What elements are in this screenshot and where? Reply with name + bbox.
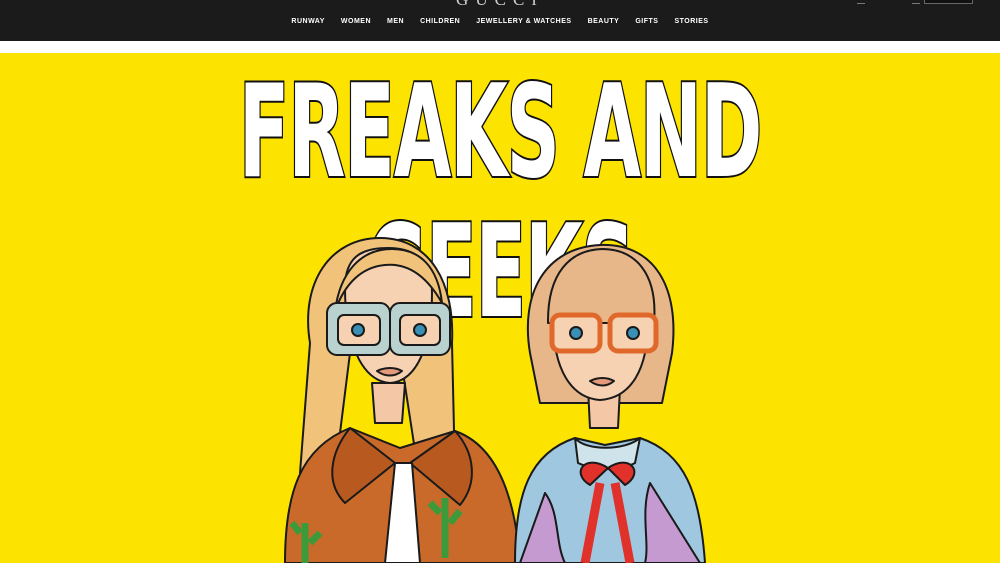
search-input[interactable] (924, 0, 973, 4)
top-navigation-bar: GUCCI RUNWAY WOMEN MEN CHILDREN JEWELLER… (0, 0, 1000, 41)
nav-item-runway[interactable]: RUNWAY (291, 16, 324, 28)
nav-item-jewellery-watches[interactable]: JEWELLERY & WATCHES (476, 16, 571, 28)
nav-item-gifts[interactable]: GIFTS (635, 16, 658, 28)
brand-logo[interactable]: GUCCI (0, 0, 1000, 8)
right-figure-illustration (514, 243, 706, 563)
nav-item-children[interactable]: CHILDREN (420, 16, 460, 28)
nav-item-women[interactable]: WOMEN (341, 16, 371, 28)
left-figure-illustration (284, 237, 521, 563)
hero-banner[interactable]: FREAKS AND GEEKS (0, 53, 1000, 563)
bag-icon[interactable] (912, 0, 920, 4)
nav-item-beauty[interactable]: BEAUTY (588, 16, 620, 28)
main-navigation: RUNWAY WOMEN MEN CHILDREN JEWELLERY & WA… (0, 16, 1000, 28)
nav-item-men[interactable]: MEN (387, 16, 404, 28)
hero-illustration (284, 237, 706, 563)
account-icon[interactable] (857, 0, 865, 4)
nav-item-stories[interactable]: STORIES (674, 16, 708, 28)
